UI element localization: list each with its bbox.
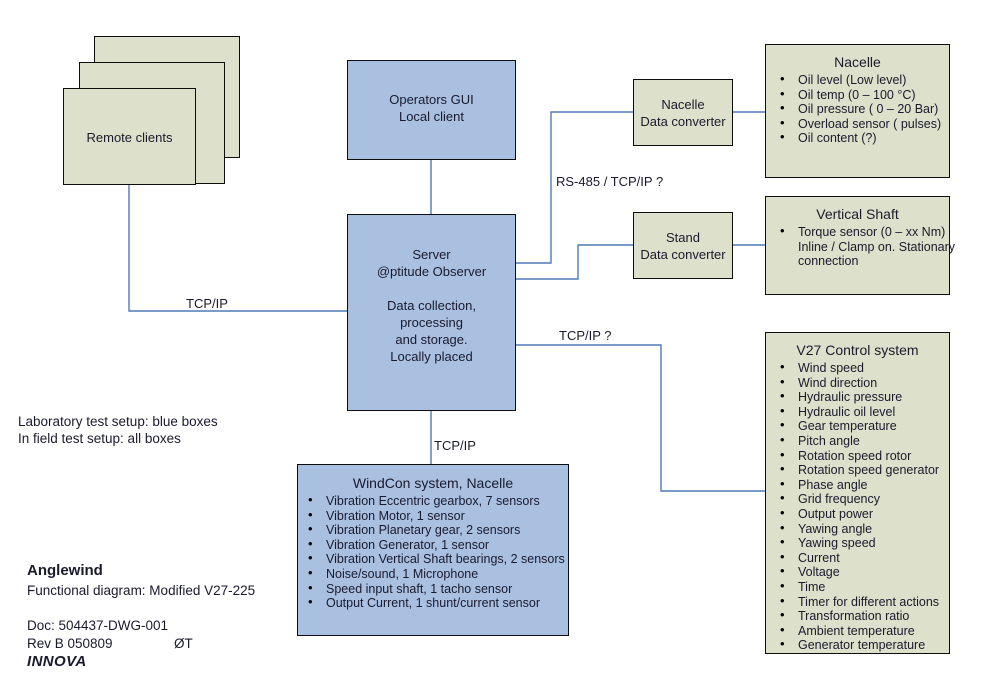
- list-item: Transformation ratio: [776, 608, 945, 624]
- vertical-shaft-sensor-list: Torque sensor (0 – xx Nm) Inline / Clamp…: [766, 224, 956, 269]
- v27-signal-list: Wind speed Wind direction Hydraulic pres…: [766, 360, 949, 653]
- stand-converter-line2: Data converter: [640, 247, 726, 262]
- edge-label-clients-server: TCP/IP: [186, 296, 228, 311]
- edge-label-server-converters: RS-485 / TCP/IP ?: [556, 174, 664, 189]
- node-operators-gui[interactable]: Operators GUI Local client: [347, 60, 516, 160]
- list-item: Noise/sound, 1 Microphone: [304, 566, 564, 582]
- list-item: Generator temperature: [776, 637, 945, 653]
- server-line1: Server: [412, 247, 451, 262]
- node-nacelle[interactable]: Nacelle Oil level (Low level) Oil temp (…: [765, 44, 950, 178]
- list-item: Yawing angle: [776, 521, 945, 537]
- list-item: Inline / Clamp on. Stationary: [798, 239, 956, 254]
- server-line4: processing: [400, 315, 463, 330]
- title-block-project: Anglewind: [27, 562, 103, 579]
- list-item: Oil temp (0 – 100 °C): [776, 87, 945, 103]
- wire-clients-server: [128, 185, 347, 312]
- list-item: Oil pressure ( 0 – 20 Bar): [776, 101, 945, 117]
- node-vertical-shaft[interactable]: Vertical Shaft Torque sensor (0 – xx Nm)…: [765, 196, 956, 295]
- server-line3: Data collection,: [387, 298, 476, 313]
- remote-clients-label: Remote clients: [86, 130, 173, 145]
- list-item: Speed input shaft, 1 tacho sensor: [304, 581, 564, 597]
- title-block-company-logo: INNOVA: [27, 653, 87, 670]
- edge-label-server-windcon: TCP/IP: [434, 438, 476, 453]
- legend-laboratory-setup: Laboratory test setup: blue boxes: [18, 414, 218, 429]
- diagram-canvas: Remote clients Operators GUI Local clien…: [0, 0, 996, 691]
- list-item: Gear temperature: [776, 418, 945, 434]
- list-item: Oil content (?): [776, 130, 945, 146]
- node-stand-data-converter[interactable]: Stand Data converter: [633, 212, 733, 279]
- windcon-title: WindCon system, Nacelle: [352, 475, 514, 491]
- vertical-shaft-title: Vertical Shaft: [816, 206, 899, 222]
- list-item: Wind speed: [776, 360, 945, 376]
- list-item: Ambient temperature: [776, 623, 945, 639]
- list-item: Overload sensor ( pulses): [776, 116, 945, 132]
- node-v27-control-system[interactable]: V27 Control system Wind speed Wind direc…: [765, 332, 950, 654]
- stand-converter-line1: Stand: [666, 230, 700, 245]
- legend-field-setup: In field test setup: all boxes: [18, 431, 181, 446]
- list-item: Timer for different actions: [776, 594, 945, 610]
- operators-gui-line1: Operators GUI: [389, 92, 474, 107]
- list-item: Output power: [776, 506, 945, 522]
- list-item: Wind direction: [776, 375, 945, 391]
- list-item: Torque sensor (0 – xx Nm): [776, 224, 945, 240]
- nacelle-sensor-list: Oil level (Low level) Oil temp (0 – 100 …: [766, 72, 949, 146]
- wire-server-stand-converter: [516, 244, 633, 280]
- list-item: Vibration Vertical Shaft bearings, 2 sen…: [304, 551, 565, 567]
- list-item: Hydraulic pressure: [776, 389, 945, 405]
- list-item: Phase angle: [776, 477, 945, 493]
- list-item: Oil level (Low level): [776, 72, 945, 88]
- windcon-sensor-list: Vibration Eccentric gearbox, 7 sensors V…: [298, 493, 568, 611]
- nacelle-converter-line1: Nacelle: [661, 97, 705, 112]
- title-block-rev: Rev B 050809: [27, 636, 113, 651]
- list-item: Rotation speed rotor: [776, 448, 945, 464]
- server-line2: @ptitude Observer: [376, 264, 487, 279]
- list-item: Current: [776, 550, 945, 566]
- edge-label-server-v27: TCP/IP ?: [559, 328, 612, 343]
- list-item: Vibration Eccentric gearbox, 7 sensors: [304, 493, 564, 509]
- nacelle-title: Nacelle: [834, 54, 881, 70]
- list-item: Vibration Generator, 1 sensor: [304, 537, 564, 553]
- list-item: Time: [776, 579, 945, 595]
- operators-gui-line2: Local client: [398, 109, 465, 124]
- server-line5: and storage.: [395, 332, 468, 347]
- list-item: Vibration Motor, 1 sensor: [304, 508, 564, 524]
- list-item: Output Current, 1 shunt/current sensor: [304, 595, 564, 611]
- list-item: Voltage: [776, 564, 945, 580]
- list-item: connection: [798, 254, 859, 269]
- title-block-initials: ØT: [174, 636, 193, 651]
- nacelle-converter-line2: Data converter: [640, 114, 726, 129]
- list-item: Grid frequency: [776, 491, 945, 507]
- node-remote-clients[interactable]: Remote clients: [63, 88, 196, 185]
- list-item: Hydraulic oil level: [776, 404, 945, 420]
- v27-title: V27 Control system: [796, 342, 919, 358]
- title-block-subtitle: Functional diagram: Modified V27-225: [27, 583, 256, 598]
- list-item: Vibration Planetary gear, 2 sensors: [304, 522, 564, 538]
- list-item: Pitch angle: [776, 433, 945, 449]
- server-line6: Locally placed: [390, 349, 473, 364]
- node-nacelle-data-converter[interactable]: Nacelle Data converter: [633, 79, 733, 146]
- node-server[interactable]: Server @ptitude Observer Data collection…: [347, 214, 516, 411]
- list-item: Yawing speed: [776, 535, 945, 551]
- title-block-doc: Doc: 504437-DWG-001: [27, 618, 169, 633]
- node-windcon-system[interactable]: WindCon system, Nacelle Vibration Eccent…: [297, 464, 569, 636]
- list-item: Rotation speed generator: [776, 462, 945, 478]
